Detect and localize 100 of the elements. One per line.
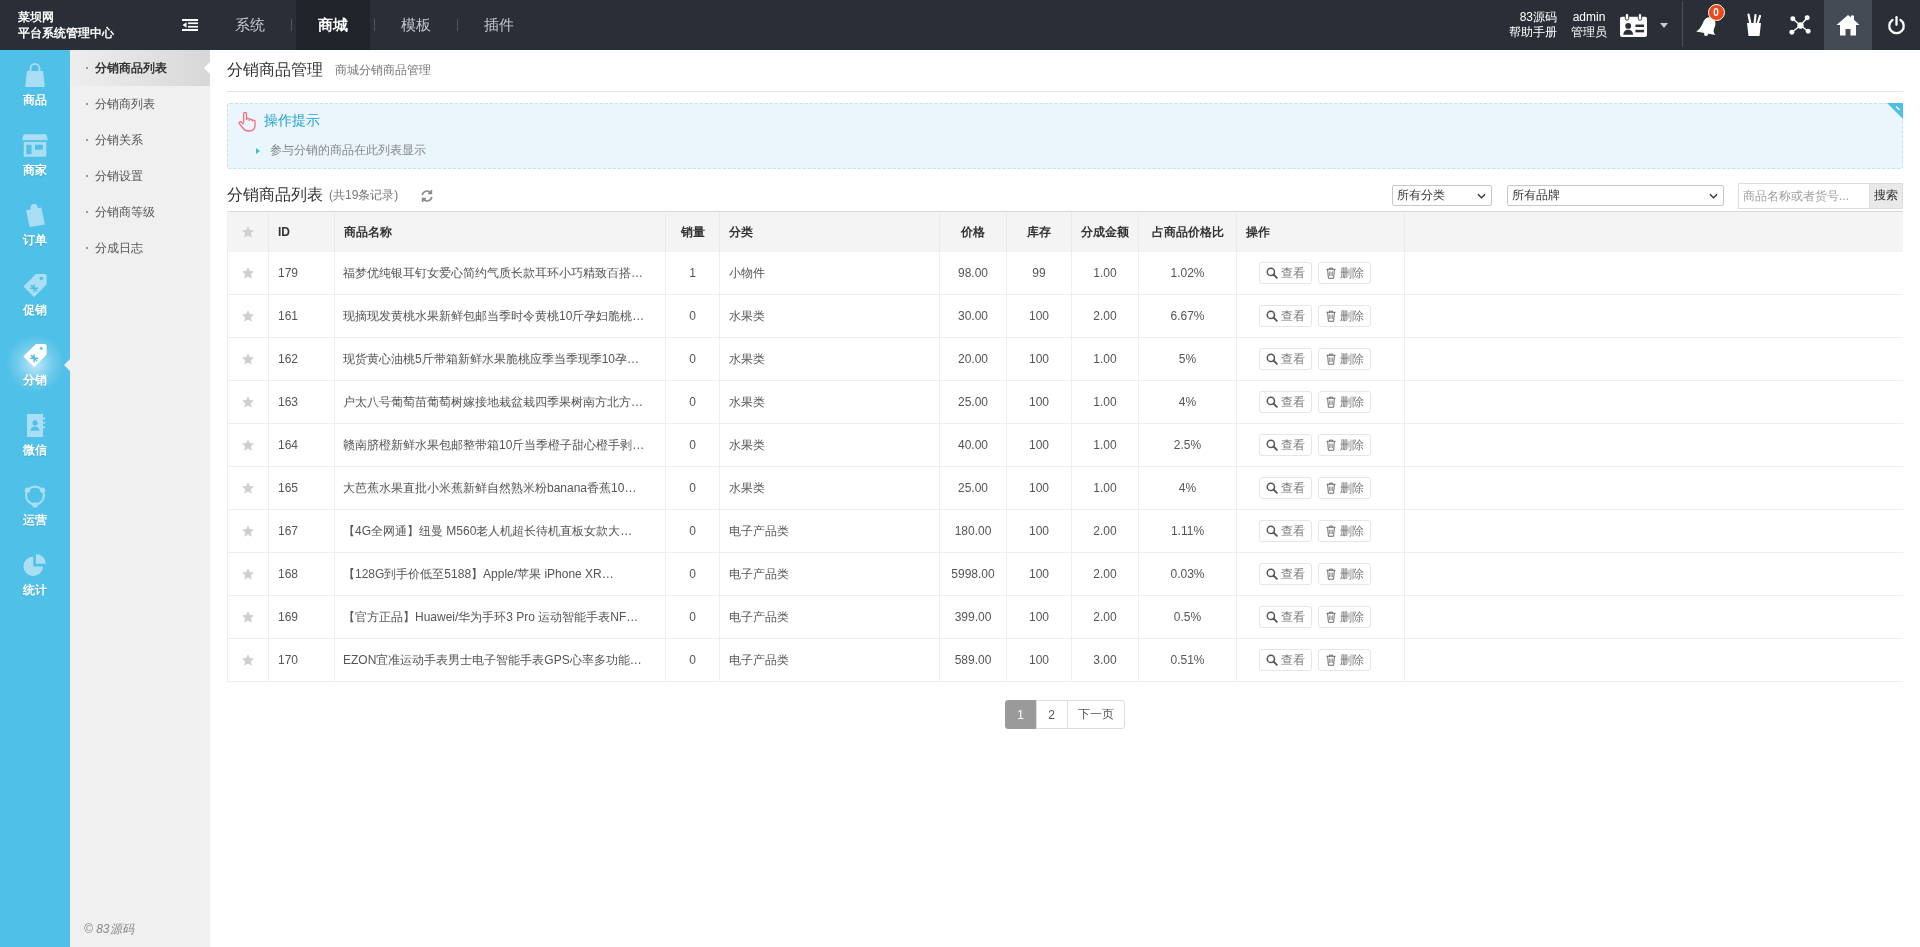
- star-icon[interactable]: [241, 352, 255, 367]
- trash-icon: [1325, 654, 1337, 666]
- subnav-item[interactable]: 分销商等级: [70, 194, 210, 230]
- delete-button[interactable]: 删除: [1318, 520, 1371, 542]
- user-menu[interactable]: admin 管理员: [1571, 10, 1607, 40]
- view-button[interactable]: 查看: [1259, 477, 1312, 499]
- delete-button[interactable]: 删除: [1318, 434, 1371, 456]
- search-icon: [1266, 267, 1278, 279]
- view-button[interactable]: 查看: [1259, 348, 1312, 370]
- tag-icon: [22, 273, 48, 298]
- column-header: 价格: [939, 211, 1007, 252]
- table-cell: 0: [665, 638, 720, 682]
- nav-tab[interactable]: 插件: [462, 0, 536, 50]
- trash-icon: [1325, 482, 1337, 494]
- star-icon[interactable]: [241, 567, 255, 582]
- table-cell: 1.00: [1071, 337, 1139, 381]
- star-icon[interactable]: [241, 524, 255, 539]
- table-cell: 0: [665, 509, 720, 553]
- delete-button[interactable]: 删除: [1318, 563, 1371, 585]
- view-button[interactable]: 查看: [1259, 606, 1312, 628]
- view-button[interactable]: 查看: [1259, 649, 1312, 671]
- star-icon[interactable]: [241, 438, 255, 453]
- star-icon[interactable]: [241, 266, 255, 281]
- table-cell: 1: [665, 252, 720, 295]
- table-cell: 40.00: [939, 423, 1007, 467]
- power-icon[interactable]: [1886, 15, 1906, 35]
- view-button[interactable]: 查看: [1259, 305, 1312, 327]
- table-cell: 6.67%: [1138, 294, 1237, 338]
- delete-button[interactable]: 删除: [1318, 262, 1371, 284]
- subnav-item[interactable]: 分销设置: [70, 158, 210, 194]
- view-button[interactable]: 查看: [1259, 563, 1312, 585]
- search-button[interactable]: 搜索: [1869, 182, 1903, 209]
- table-cell: 164: [268, 423, 335, 467]
- table-cell: 3.00: [1071, 638, 1139, 682]
- table-cell: 0: [665, 595, 720, 639]
- filter-select[interactable]: 所有分类: [1392, 185, 1492, 206]
- star-icon[interactable]: [241, 481, 255, 496]
- table-cell: 电子产品类: [719, 638, 940, 682]
- search-icon: [1266, 396, 1278, 408]
- star-icon[interactable]: [241, 610, 255, 625]
- star-icon[interactable]: [241, 225, 255, 240]
- table-cell: 179: [268, 252, 335, 295]
- view-button[interactable]: 查看: [1259, 520, 1312, 542]
- table-cell: 户太八号葡萄苗葡萄树嫁接地栽盆栽四季果树南方北方…: [334, 380, 666, 424]
- table-cell: 100: [1006, 595, 1072, 639]
- next-page-button[interactable]: 下一页: [1066, 700, 1125, 729]
- pie-chart-icon: [22, 553, 48, 578]
- menu-icon[interactable]: [182, 19, 198, 31]
- storefront-icon: [22, 133, 48, 158]
- subnav-item[interactable]: 分成日志: [70, 230, 210, 266]
- filter-select[interactable]: 所有品牌: [1507, 185, 1724, 206]
- table-cell: 4%: [1138, 466, 1237, 510]
- delete-button[interactable]: 删除: [1318, 391, 1371, 413]
- subnav-item[interactable]: 分销商列表: [70, 86, 210, 122]
- star-icon[interactable]: [241, 395, 255, 410]
- network-icon[interactable]: [1789, 13, 1812, 37]
- id-card-icon[interactable]: [1619, 12, 1648, 38]
- table-cell: 福梦优纯银耳钉女爱心简约气质长款耳环小巧精致百搭…: [334, 252, 666, 295]
- help-link[interactable]: 83源码 帮助手册: [1509, 10, 1557, 40]
- page-title: 分销商品管理: [227, 60, 323, 80]
- delete-button[interactable]: 删除: [1318, 649, 1371, 671]
- table-cell: 2.00: [1071, 509, 1139, 553]
- caret-icon[interactable]: [1660, 22, 1668, 28]
- table-cell: 25.00: [939, 380, 1007, 424]
- nav-tab[interactable]: 模板: [379, 0, 453, 50]
- table-cell: 99: [1006, 252, 1072, 295]
- subnav-item[interactable]: 分销关系: [70, 122, 210, 158]
- refresh-icon[interactable]: [420, 188, 435, 203]
- view-button[interactable]: 查看: [1259, 262, 1312, 284]
- table-cell: 165: [268, 466, 335, 510]
- view-button[interactable]: 查看: [1259, 434, 1312, 456]
- table-cell: 2.00: [1071, 294, 1139, 338]
- home-button[interactable]: [1824, 0, 1872, 50]
- search-icon: [1266, 353, 1278, 365]
- tip-text: 参与分销的商品在此列表显示: [270, 142, 426, 159]
- table-cell: 电子产品类: [719, 509, 940, 553]
- delete-button[interactable]: 删除: [1318, 348, 1371, 370]
- table-cell: 1.00: [1071, 252, 1139, 295]
- table-cell: 水果类: [719, 294, 940, 338]
- column-header: 分类: [719, 211, 940, 252]
- delete-button[interactable]: 删除: [1318, 477, 1371, 499]
- view-button[interactable]: 查看: [1259, 391, 1312, 413]
- column-header: 占商品价格比: [1138, 211, 1237, 252]
- table-cell: 180.00: [939, 509, 1007, 553]
- pen-cup-icon[interactable]: [1744, 13, 1763, 37]
- column-header: 分成金额: [1071, 211, 1139, 252]
- trash-icon: [1325, 267, 1337, 279]
- nav-tab[interactable]: 商城: [296, 0, 370, 50]
- nav-tab[interactable]: 系统: [213, 0, 287, 50]
- search-field[interactable]: 商品名称或者货号...: [1738, 182, 1869, 209]
- trash-icon: [1325, 396, 1337, 408]
- delete-button[interactable]: 删除: [1318, 305, 1371, 327]
- delete-button[interactable]: 删除: [1318, 606, 1371, 628]
- table-cell: 589.00: [939, 638, 1007, 682]
- star-icon[interactable]: [241, 309, 255, 324]
- page-button[interactable]: 1: [1004, 700, 1037, 729]
- page-button[interactable]: 2: [1035, 700, 1068, 729]
- star-icon[interactable]: [241, 653, 255, 668]
- logo-text: 菜坝网: [18, 9, 55, 25]
- table-cell: 4%: [1138, 380, 1237, 424]
